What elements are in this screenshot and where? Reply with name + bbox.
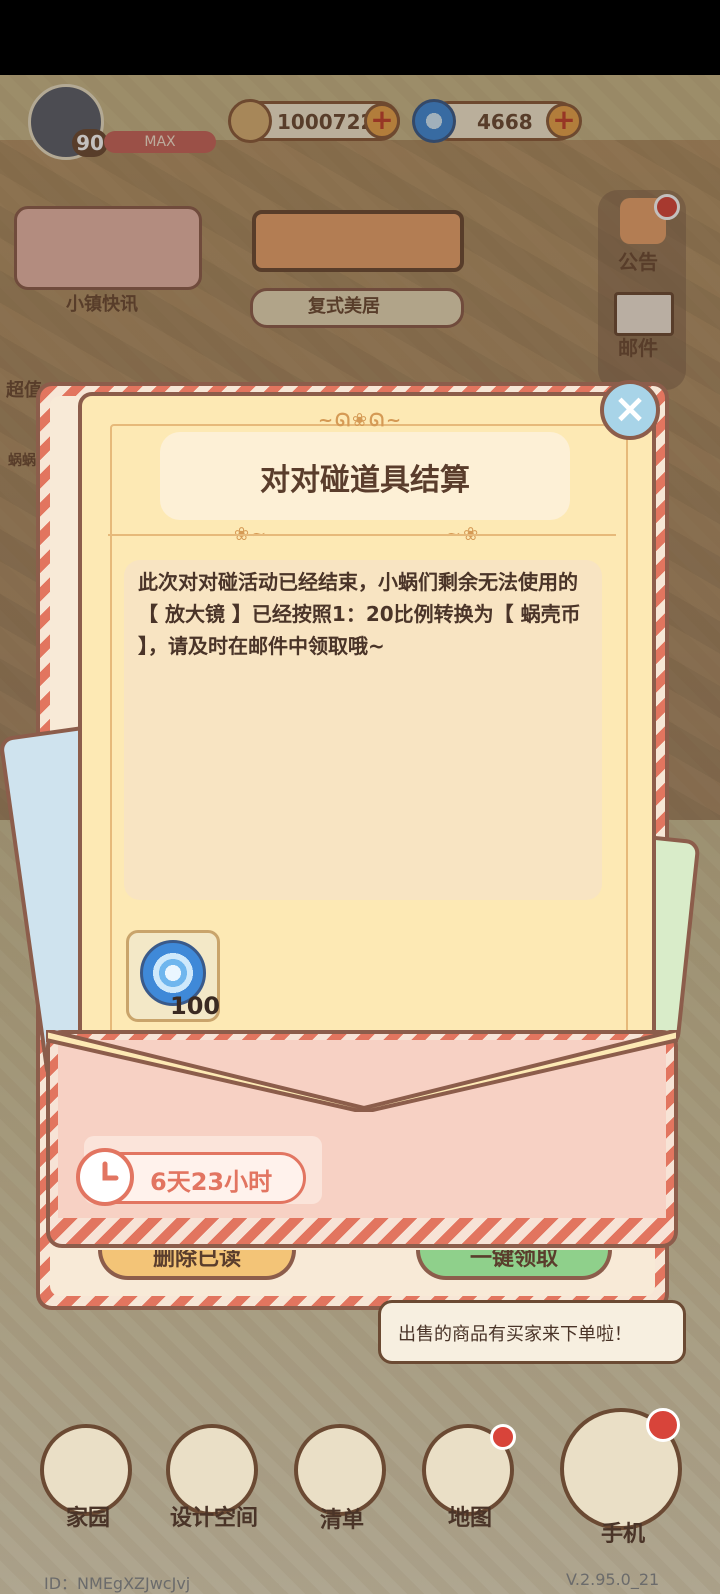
close-icon: × xyxy=(613,386,647,432)
envelope-flap xyxy=(46,1030,678,1112)
delete-read-label: 删除已读 xyxy=(152,1250,241,1271)
dialog-title: 对对碰道具结算 xyxy=(260,463,470,498)
clock-icon xyxy=(76,1148,134,1206)
game-screen: 90 MAX 1000722 + 4668 + 小镇快讯 超值 蜗蜗 复式美居 … xyxy=(0,0,720,1594)
close-button[interactable]: × xyxy=(600,380,660,440)
version-label: V.2.95.0_21 xyxy=(566,1570,660,1589)
map-badge xyxy=(490,1424,516,1450)
nav-map-label: 地图 xyxy=(447,1506,492,1531)
reward-quantity: 100 xyxy=(170,992,221,1020)
top-ornament-icon: ~ᘏ❀ᘏ~ xyxy=(318,410,404,431)
nav-design-label: 设计空间 xyxy=(169,1506,258,1531)
phone-badge xyxy=(646,1408,680,1442)
nav-checklist-label: 清单 xyxy=(319,1508,364,1533)
player-id: ID：NMEgXZJwcJvj xyxy=(44,1574,191,1593)
delete-read-button[interactable]: 删除已读 xyxy=(98,1250,296,1280)
title-divider xyxy=(108,534,616,536)
nav-home-label: 家园 xyxy=(65,1506,110,1531)
claim-all-label: 一键领取 xyxy=(469,1250,558,1271)
notification-text: 出售的商品有买家来下单啦！ xyxy=(398,1324,632,1345)
status-bar xyxy=(0,0,720,75)
nav-phone-label: 手机 xyxy=(600,1522,645,1547)
message-text: 此次对对碰活动已经结束，小蜗们剩余无法使用的【 放大镜 】已经按照1：20比例转… xyxy=(138,570,581,658)
claim-all-button[interactable]: 一键领取 xyxy=(416,1250,612,1280)
expiry-timer-text: 6天23小时 xyxy=(150,1168,273,1196)
